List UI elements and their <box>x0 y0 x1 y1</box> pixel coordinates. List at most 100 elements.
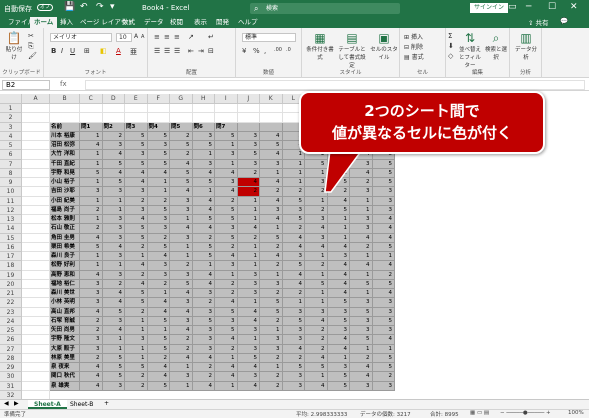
score-cell[interactable]: 3 <box>170 205 193 215</box>
format-button[interactable]: ▤ 書式 <box>404 52 424 61</box>
score-cell[interactable]: 5 <box>147 335 170 345</box>
score-cell[interactable]: 5 <box>282 261 305 271</box>
score-cell[interactable]: 2 <box>282 289 305 299</box>
score-cell[interactable]: 2 <box>372 372 395 382</box>
score-cell[interactable]: 5 <box>350 335 373 345</box>
score-cell[interactable]: 2 <box>282 187 305 197</box>
ribbon-display-icon[interactable]: ▭ <box>508 2 517 12</box>
score-cell[interactable]: 3 <box>260 335 283 345</box>
score-cell[interactable]: 1 <box>260 363 283 373</box>
score-cell[interactable]: 1 <box>282 159 305 169</box>
score-cell[interactable]: 1 <box>350 270 373 280</box>
score-cell[interactable]: 4 <box>102 298 125 308</box>
score-cell[interactable]: 5 <box>327 178 350 188</box>
score-cell[interactable]: 5 <box>260 233 283 243</box>
name-cell[interactable]: 松野 好利 <box>50 261 80 271</box>
score-cell[interactable]: 3 <box>350 187 373 197</box>
score-cell[interactable]: 1 <box>125 344 148 354</box>
score-cell[interactable]: 2 <box>125 242 148 252</box>
score-cell[interactable]: 4 <box>170 289 193 299</box>
score-cell[interactable]: 2 <box>125 307 148 317</box>
score-cell[interactable]: 1 <box>80 150 103 160</box>
header-cell[interactable] <box>237 122 260 132</box>
score-cell[interactable]: 5 <box>350 307 373 317</box>
score-cell[interactable]: 1 <box>215 353 238 363</box>
score-cell[interactable]: 2 <box>282 353 305 363</box>
cell-empty[interactable] <box>80 104 103 114</box>
name-cell[interactable]: 林原 美里 <box>50 353 80 363</box>
name-cell[interactable]: 小田 紀美 <box>50 196 80 206</box>
score-cell[interactable]: 3 <box>170 196 193 206</box>
fx-icon[interactable]: fx <box>60 80 67 88</box>
align-top-icon[interactable]: ≡ <box>154 33 160 41</box>
row-header[interactable]: 8 <box>0 168 22 178</box>
score-cell[interactable]: 5 <box>147 159 170 169</box>
score-cell[interactable]: 4 <box>260 215 283 225</box>
tab-2[interactable]: ホーム <box>30 17 58 28</box>
score-cell[interactable]: 3 <box>260 344 283 354</box>
row-header[interactable]: 7 <box>0 159 22 169</box>
name-cell[interactable]: 高山 直邦 <box>50 307 80 317</box>
name-cell[interactable]: 沼田 松弥 <box>50 141 80 151</box>
search-box[interactable]: ⌕ 検索 <box>250 3 400 14</box>
cell-empty[interactable] <box>22 122 50 132</box>
score-cell[interactable]: 5 <box>215 205 238 215</box>
row-header[interactable]: 20 <box>0 279 22 289</box>
score-cell[interactable]: 4 <box>170 307 193 317</box>
header-cell[interactable]: 問1 <box>80 122 103 132</box>
score-cell[interactable]: 5 <box>372 279 395 289</box>
score-cell[interactable]: 2 <box>125 381 148 391</box>
score-cell[interactable]: 3 <box>215 224 238 234</box>
tab-3[interactable]: 挿入 <box>56 17 77 28</box>
score-cell[interactable]: 5 <box>327 316 350 326</box>
score-cell[interactable]: 2 <box>372 270 395 280</box>
score-cell[interactable]: 3 <box>147 141 170 151</box>
score-cell[interactable]: 2 <box>305 205 328 215</box>
cell-empty[interactable] <box>102 113 125 123</box>
cell-empty[interactable] <box>22 150 50 160</box>
score-cell[interactable]: 4 <box>327 344 350 354</box>
score-cell[interactable]: 5 <box>192 316 215 326</box>
score-cell[interactable]: 4 <box>147 298 170 308</box>
score-cell[interactable]: 4 <box>215 335 238 345</box>
header-cell[interactable]: 問3 <box>125 122 148 132</box>
score-cell[interactable]: 4 <box>350 261 373 271</box>
align-bottom-icon[interactable]: ≡ <box>174 33 180 41</box>
score-cell[interactable]: 4 <box>260 131 283 141</box>
score-cell[interactable]: 5 <box>102 372 125 382</box>
score-cell[interactable]: 1 <box>305 289 328 299</box>
score-cell[interactable]: 3 <box>102 381 125 391</box>
increase-decimal-icon[interactable]: .00 <box>274 47 282 53</box>
score-cell[interactable]: 2 <box>102 279 125 289</box>
row-header[interactable]: 24 <box>0 316 22 326</box>
name-cell[interactable]: 福島 尚子 <box>50 205 80 215</box>
score-cell[interactable]: 5 <box>305 159 328 169</box>
score-cell[interactable]: 1 <box>260 168 283 178</box>
score-cell[interactable]: 5 <box>327 372 350 382</box>
score-cell[interactable]: 3 <box>170 270 193 280</box>
header-cell[interactable]: 問7 <box>215 122 238 132</box>
minimize-icon[interactable]: ─ <box>526 2 531 12</box>
score-cell[interactable]: 4 <box>327 242 350 252</box>
score-cell[interactable]: 2 <box>80 205 103 215</box>
score-cell[interactable]: 5 <box>372 363 395 373</box>
score-cell[interactable]: 4 <box>125 279 148 289</box>
cell-empty[interactable] <box>22 307 50 317</box>
row-header[interactable]: 22 <box>0 298 22 308</box>
score-cell[interactable]: 4 <box>102 168 125 178</box>
cell-empty[interactable] <box>192 104 215 114</box>
score-cell[interactable]: 3 <box>350 298 373 308</box>
score-cell[interactable]: 3 <box>192 335 215 345</box>
score-cell[interactable]: 1 <box>170 381 193 391</box>
score-cell[interactable]: 1 <box>80 178 103 188</box>
cell-empty[interactable] <box>22 187 50 197</box>
cell-empty[interactable] <box>22 242 50 252</box>
score-cell[interactable]: 1 <box>147 178 170 188</box>
score-cell[interactable]: 1 <box>215 141 238 151</box>
score-cell[interactable]: 1 <box>170 252 193 262</box>
score-cell[interactable]: 5 <box>192 242 215 252</box>
score-cell[interactable]: 3 <box>125 205 148 215</box>
name-cell[interactable]: 森川 良子 <box>50 252 80 262</box>
score-cell[interactable]: 5 <box>125 131 148 141</box>
name-cell[interactable]: 宇野 隆文 <box>50 335 80 345</box>
